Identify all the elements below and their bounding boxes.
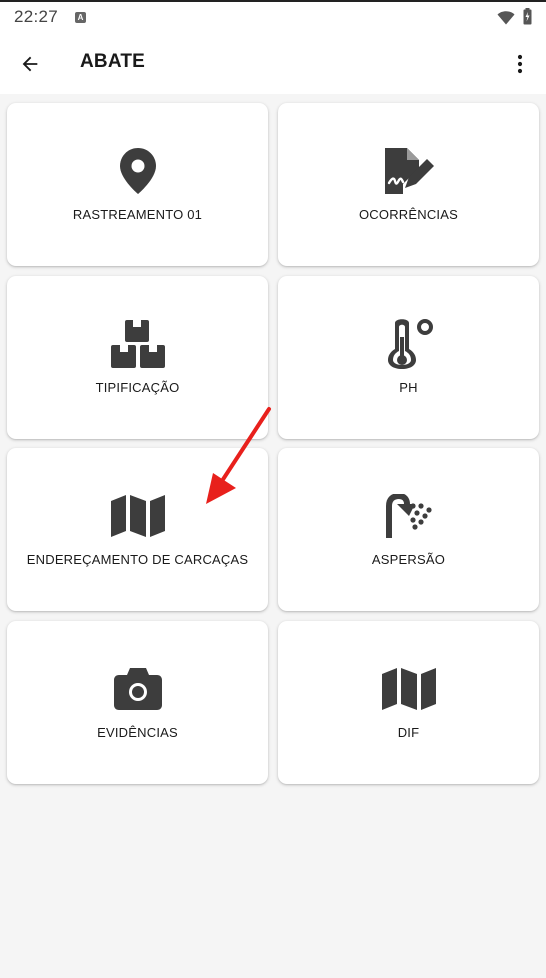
card-dif[interactable]: DIF: [278, 621, 539, 784]
status-time: 22:27: [14, 7, 59, 26]
thermometer-icon: [278, 319, 539, 369]
page-title: ABATE: [80, 51, 146, 72]
card-ocorrencias[interactable]: OCORRÊNCIAS: [278, 103, 539, 266]
overflow-menu-button[interactable]: [502, 46, 538, 82]
more-vert-icon: [517, 54, 523, 74]
card-label: RASTREAMENTO 01: [72, 207, 203, 222]
card-label: PH: [399, 380, 418, 395]
back-button[interactable]: [12, 46, 48, 82]
card-ph[interactable]: PH: [278, 276, 539, 439]
card-label: ENDEREÇAMENTO DE CARCAÇAS: [26, 552, 249, 567]
status-bar: 22:27 A: [0, 0, 546, 34]
card-label: TIPIFICAÇÃO: [95, 380, 180, 395]
app-bar: ABATE: [0, 34, 546, 94]
map-icon: [278, 665, 539, 713]
location-pin-icon: [7, 147, 268, 195]
card-rastreamento[interactable]: RASTREAMENTO 01: [7, 103, 268, 266]
boxes-icon: [7, 320, 268, 368]
signed-document-icon: [278, 147, 539, 195]
card-enderecamento[interactable]: ENDEREÇAMENTO DE CARCAÇAS: [7, 448, 268, 611]
wifi-icon: [497, 11, 515, 30]
accessibility-badge-icon: A: [75, 12, 86, 23]
card-label: DIF: [397, 725, 420, 740]
battery-icon: [523, 8, 532, 30]
card-evidencias[interactable]: EVIDÊNCIAS: [7, 621, 268, 784]
card-tipificacao[interactable]: TIPIFICAÇÃO: [7, 276, 268, 439]
shower-icon: [278, 492, 539, 540]
card-label: EVIDÊNCIAS: [97, 725, 178, 740]
card-label: OCORRÊNCIAS: [359, 207, 458, 222]
camera-icon: [7, 665, 268, 713]
arrow-back-icon: [22, 56, 38, 72]
card-label: ASPERSÃO: [371, 552, 446, 567]
card-aspersao[interactable]: ASPERSÃO: [278, 448, 539, 611]
map-icon: [7, 492, 268, 540]
